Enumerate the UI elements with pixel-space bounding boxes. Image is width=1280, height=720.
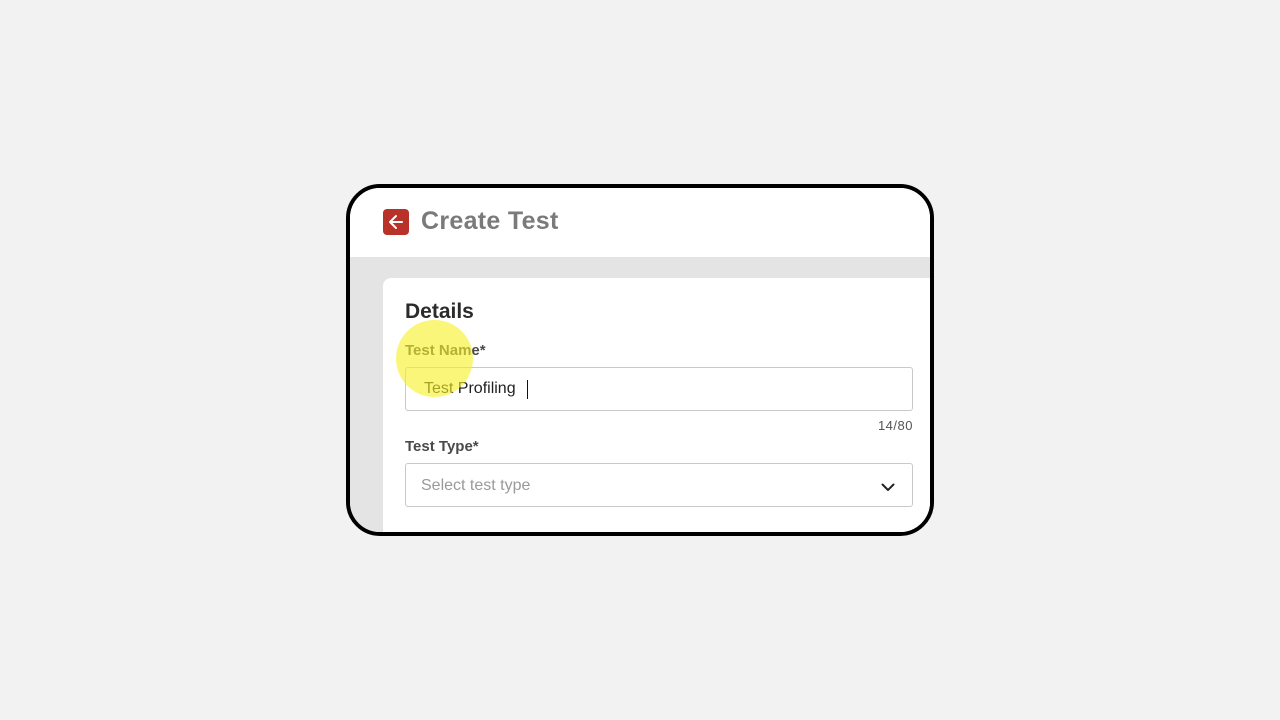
chevron-down-icon [880,479,896,495]
arrow-left-icon [389,215,403,229]
character-counter: 14/80 [877,418,913,433]
test-type-label: Test Type* [405,438,479,455]
page-header: Create Test [350,188,930,257]
page-title: Create Test [421,207,559,235]
test-name-label: Test Name* [405,342,486,359]
section-title: Details [405,300,474,323]
back-button[interactable] [383,209,409,235]
test-type-select[interactable]: Select test type [405,463,913,507]
device-frame: Create Test Details Test Name* 14/80 Tes… [346,184,934,536]
select-placeholder: Select test type [421,477,531,494]
content-area: Details Test Name* 14/80 Test Type* Sele… [350,257,930,532]
details-card: Details Test Name* 14/80 Test Type* Sele… [383,278,930,532]
test-name-input[interactable] [405,367,913,411]
text-cursor [527,380,528,399]
